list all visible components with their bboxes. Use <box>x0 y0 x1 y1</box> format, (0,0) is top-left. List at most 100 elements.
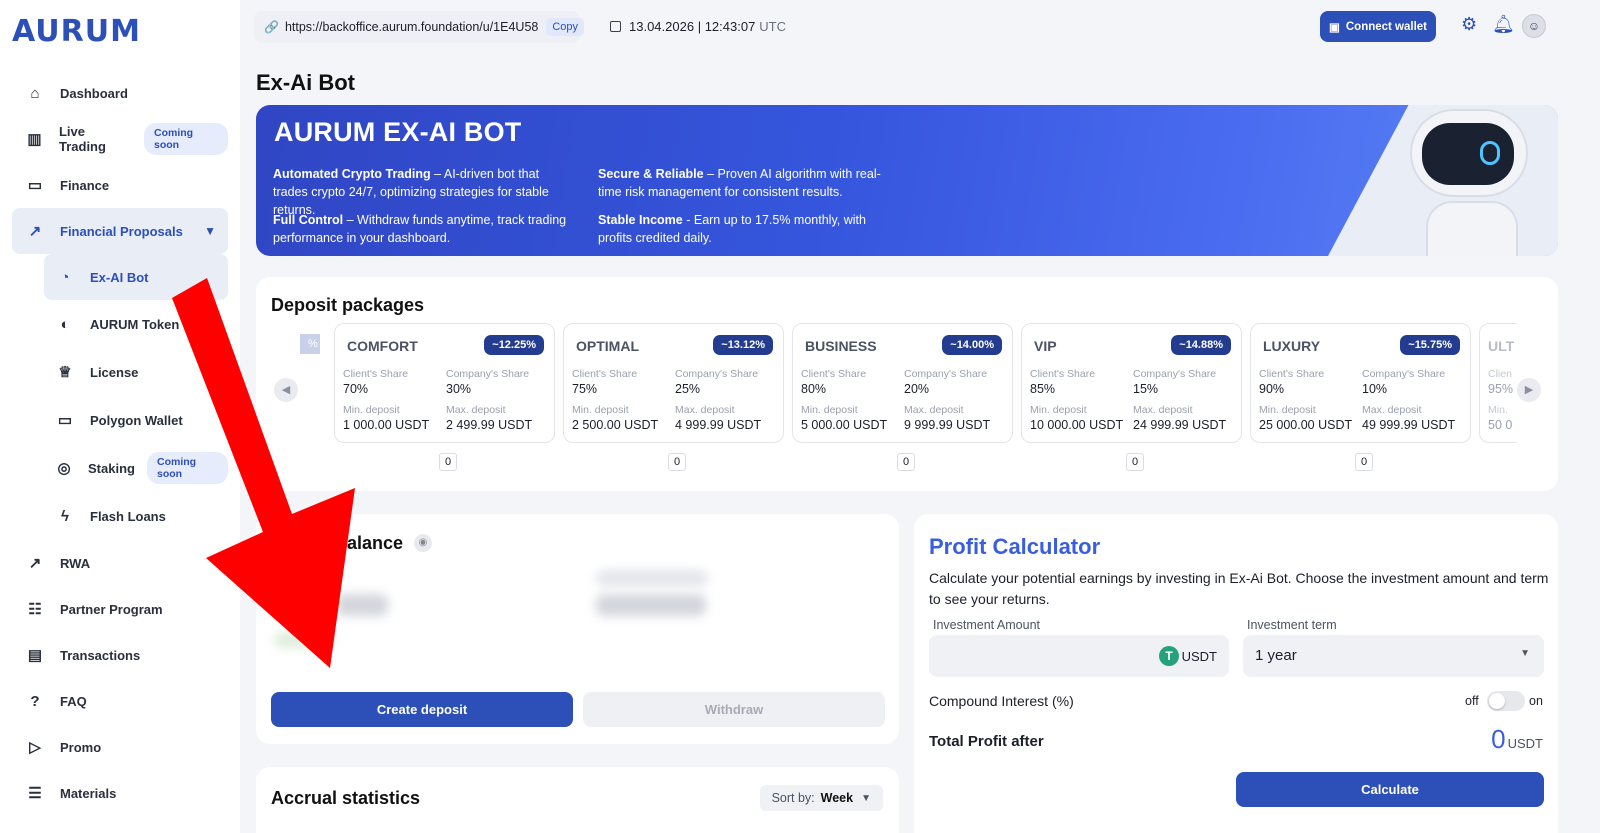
investment-term-label: Investment term <box>1247 618 1337 632</box>
client-share-value: 75% <box>572 382 598 396</box>
client-share-label: Client's Share <box>572 368 638 380</box>
withdraw-button[interactable]: Withdraw <box>583 692 885 727</box>
package-rate-badge: ~14.88% <box>1171 335 1231 355</box>
sidebar-item-live-trading[interactable]: ▥ Live Trading Coming soon <box>12 116 228 162</box>
package-rate-badge: ~15.75% <box>1400 335 1460 355</box>
company-share-label: Company's Share <box>1362 368 1446 380</box>
package-name: COMFORT <box>347 338 418 354</box>
sidebar-item-polygon-wallet[interactable]: ▭ Polygon Wallet <box>12 396 228 444</box>
chevron-left-icon[interactable]: ◀ <box>274 378 298 402</box>
sidebar-item-label: FAQ <box>60 693 87 709</box>
compound-interest-toggle[interactable] <box>1487 691 1525 711</box>
sidebar-item-finance[interactable]: ▭ Finance <box>12 162 228 208</box>
crown-icon: ♕ <box>58 364 72 381</box>
sidebar-item-dashboard[interactable]: ⌂ Dashboard <box>12 70 228 116</box>
wallet-icon: ▣ <box>1328 21 1340 34</box>
investment-term-value: 1 year <box>1255 647 1297 664</box>
eye-icon[interactable]: ◉ <box>414 534 432 552</box>
sidebar-item-label: Transactions <box>60 647 141 663</box>
sidebar-item-transactions[interactable]: ▤ Transactions <box>12 632 228 678</box>
sidebar-item-financial-proposals[interactable]: ↗ Financial Proposals ▼ <box>12 208 228 254</box>
package-card-next-partial[interactable]: ULT Clien 95% Min. 50 0 <box>1479 323 1517 443</box>
package-name: OPTIMAL <box>576 338 639 354</box>
sidebar-item-label: AURUM Token <box>90 316 180 332</box>
client-share-label: Client's Share <box>343 368 409 380</box>
min-deposit-value: 25 000.00 USDT <box>1259 418 1353 432</box>
package-card-vip[interactable]: VIP ~14.88% Client's Share Company's Sha… <box>1021 323 1242 443</box>
package-quantity[interactable]: 0 <box>439 453 457 471</box>
package-card-optimal[interactable]: OPTIMAL ~13.12% Client's Share Company's… <box>563 323 784 443</box>
wallet-icon: ▭ <box>57 412 73 429</box>
min-deposit-label: Min. deposit <box>1259 404 1316 416</box>
coming-soon-badge: Coming soon <box>144 123 228 155</box>
package-card-luxury[interactable]: LUXURY ~15.75% Client's Share Company's … <box>1250 323 1471 443</box>
sidebar-item-label: Dashboard <box>60 85 128 101</box>
bell-icon[interactable]: 🔔︎ <box>1492 14 1515 35</box>
company-share-label: Company's Share <box>904 368 988 380</box>
accrual-statistics-title: Accrual statistics <box>271 788 421 808</box>
sidebar-item-staking[interactable]: ◎ Staking Coming soon <box>12 444 228 492</box>
company-share-value: 20% <box>904 382 930 396</box>
deposit-packages-title: Deposit packages <box>271 295 425 315</box>
min-deposit-value: 5 000.00 USDT <box>801 418 888 432</box>
sidebar-item-partner-program[interactable]: ☷ Partner Program <box>12 586 228 632</box>
aurum-logo[interactable]: AURUM <box>12 14 141 49</box>
package-rate-badge: ~12.25% <box>484 335 544 355</box>
chevron-right-icon[interactable]: ▶ <box>1517 378 1541 402</box>
sidebar-item-label: Financial Proposals <box>60 223 183 239</box>
connect-wallet-label: Connect wallet <box>1345 20 1428 33</box>
calculate-button[interactable]: Calculate <box>1236 772 1544 807</box>
package-quantity[interactable]: 0 <box>668 453 686 471</box>
client-share-label: Client's Share <box>801 368 867 380</box>
copy-button[interactable]: Copy <box>546 18 585 36</box>
total-profit-value: 0 USDT <box>1491 724 1543 755</box>
max-deposit-value: 2 499.99 USDT <box>446 418 533 432</box>
total-profit-amount: 0 <box>1491 724 1506 754</box>
sidebar-item-label: Flash Loans <box>90 508 166 524</box>
chevron-down-icon[interactable]: ▼ <box>204 224 216 238</box>
max-deposit-label: Max. deposit <box>675 404 735 416</box>
sidebar: AURUM ⌂ Dashboard ▥ Live Trading Coming … <box>0 0 240 833</box>
gear-icon[interactable]: ⚙ <box>1461 14 1477 35</box>
document-icon: ▤ <box>27 647 43 664</box>
sidebar-item-label: Finance <box>60 177 110 193</box>
sort-label: Sort by: <box>771 791 815 805</box>
hidden-balance-label <box>596 570 708 586</box>
sidebar-item-flash-loans[interactable]: ϟ Flash Loans <box>12 492 228 540</box>
package-quantity[interactable]: 0 <box>897 453 915 471</box>
sidebar-item-materials[interactable]: ☰ Materials <box>12 770 228 816</box>
package-quantity[interactable]: 0 <box>1126 453 1144 471</box>
package-name: ULT <box>1488 338 1515 354</box>
max-deposit-label: Max. deposit <box>904 404 964 416</box>
package-rate-badge: % <box>300 334 320 354</box>
company-share-value: 10% <box>1362 382 1388 396</box>
sidebar-item-rwa[interactable]: ↗ RWA <box>12 540 228 586</box>
create-deposit-button[interactable]: Create deposit <box>271 692 573 727</box>
home-icon: ⌂ <box>30 84 40 102</box>
package-quantity[interactable]: 0 <box>1355 453 1373 471</box>
sidebar-item-label: Staking <box>88 460 135 476</box>
promo-banner: AURUM EX-AI BOT Automated Crypto Trading… <box>256 105 1558 256</box>
sort-value: Week <box>820 791 854 805</box>
sidebar-item-promo[interactable]: ▷ Promo <box>12 724 228 770</box>
package-card-business[interactable]: BUSINESS ~14.00% Client's Share Company'… <box>792 323 1013 443</box>
sidebar-item-label: Materials <box>60 785 117 801</box>
sidebar-item-label: Ex-AI Bot <box>90 269 149 285</box>
robot-illustration-visor <box>1422 123 1514 185</box>
robot-illustration-body <box>1426 201 1518 256</box>
investment-term-select[interactable]: 1 year ▼ <box>1243 635 1544 677</box>
hidden-balance-change <box>274 632 334 648</box>
trend-up-icon: ↗ <box>28 555 42 572</box>
connect-wallet-button[interactable]: ▣ Connect wallet <box>1320 11 1436 42</box>
sidebar-item-faq[interactable]: ? FAQ <box>12 678 228 724</box>
package-card-comfort[interactable]: COMFORT ~12.25% Client's Share Company's… <box>334 323 555 443</box>
calendar-icon <box>610 21 621 32</box>
sidebar-item-aurum-token[interactable]: ◐ AURUM Token <box>12 300 228 348</box>
max-deposit-value: 9 999.99 USDT <box>904 418 991 432</box>
sidebar-item-ex-ai-bot[interactable]: ◔ Ex-AI Bot <box>44 254 228 300</box>
profit-calculator-title: Profit Calculator <box>929 534 1101 559</box>
avatar[interactable]: ☺ <box>1522 14 1546 38</box>
investment-amount-input[interactable]: T USDT <box>929 635 1229 677</box>
sidebar-item-license[interactable]: ♕ License <box>12 348 228 396</box>
sort-dropdown[interactable]: Sort by: Week ▼ <box>759 785 883 811</box>
